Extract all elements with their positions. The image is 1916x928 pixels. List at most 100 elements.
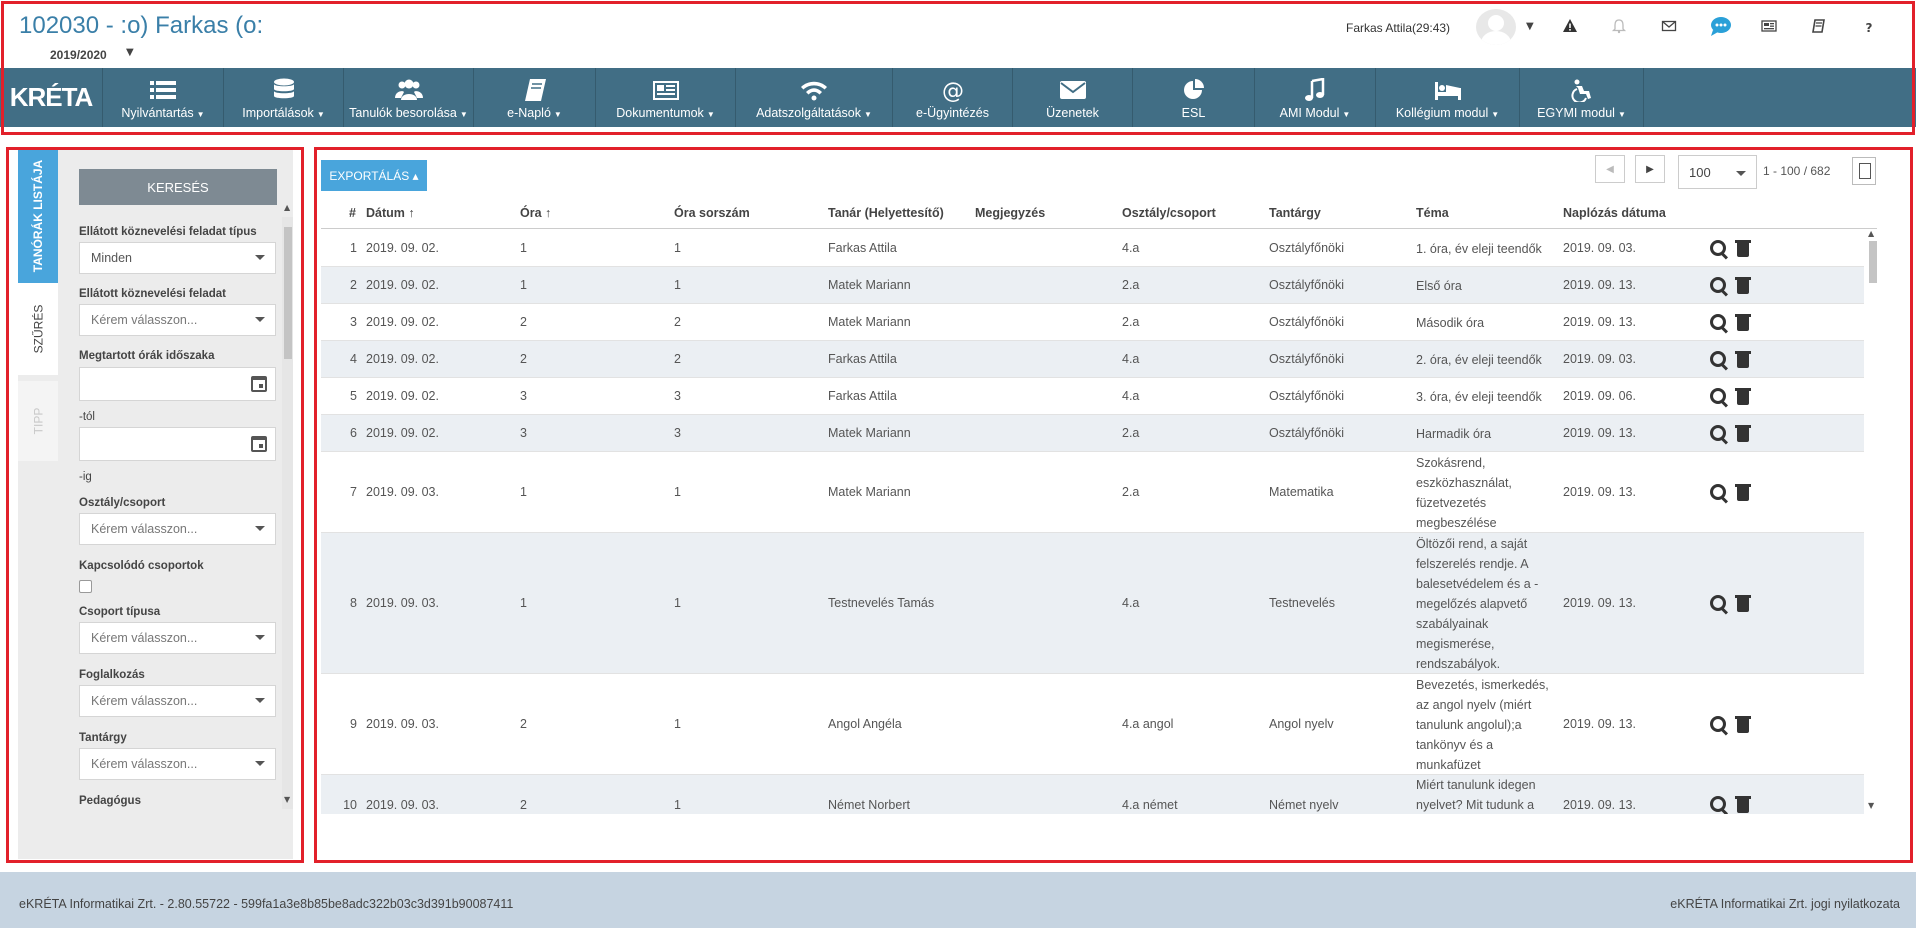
row-subject: Osztályfőnöki (1269, 278, 1345, 292)
table-row[interactable]: 5 2019. 09. 02. 3 3 Farkas Attila 4.a Osztályf… (321, 378, 1864, 415)
col-class[interactable]: Osztály/csoport (1122, 206, 1216, 220)
nav-item-ami-module[interactable]: AMI Modul ▼ (1255, 68, 1376, 127)
row-lesson: 2 (520, 797, 527, 812)
page-size-select[interactable]: 100 (1678, 155, 1757, 189)
class-select[interactable]: Kérem válasszon... (79, 513, 276, 545)
col-logged[interactable]: Naplózás dátuma (1563, 206, 1666, 220)
table-row[interactable]: 8 2019. 09. 03. 1 1 Testnevelés Tamás 4.a Test… (321, 533, 1864, 674)
related-groups-checkbox[interactable] (79, 580, 92, 593)
row-num: 10 (343, 797, 357, 812)
scroll-thumb[interactable] (1869, 241, 1877, 283)
nav-item-data-services[interactable]: Adatszolgáltatások ▼ (736, 68, 893, 127)
table-row[interactable]: 9 2019. 09. 03. 2 1 Angol Angéla 4.a angol Ang… (321, 674, 1864, 775)
news-icon[interactable] (1759, 18, 1779, 38)
nav-item-imports[interactable]: Importálások ▼ (224, 68, 344, 127)
nav-item-egymi-module[interactable]: EGYMI modul ▼ (1520, 68, 1644, 127)
delete-icon[interactable] (1734, 313, 1754, 333)
col-lesson[interactable]: Óra ↑ (520, 206, 551, 220)
date-to-input[interactable] (79, 427, 276, 461)
nav-item-documents[interactable]: Dokumentumok ▼ (596, 68, 736, 127)
chevron-down-icon[interactable]: ▼ (1526, 21, 1534, 32)
chevron-down-icon (255, 698, 265, 703)
avatar[interactable] (1476, 9, 1516, 45)
scroll-thumb[interactable] (284, 227, 292, 359)
mail-icon[interactable] (1659, 18, 1679, 38)
warning-icon[interactable] (1560, 18, 1580, 38)
scroll-down-icon[interactable]: ▼ (1868, 801, 1874, 810)
help-icon[interactable]: ? (1859, 18, 1879, 38)
date-from-input[interactable] (79, 367, 276, 401)
view-details-icon[interactable] (1709, 424, 1729, 444)
nav-item-messages[interactable]: Üzenetek (1013, 68, 1133, 127)
table-row[interactable]: 7 2019. 09. 03. 1 1 Matek Mariann 2.a Matemati… (321, 452, 1864, 533)
scroll-down-icon[interactable]: ▼ (284, 795, 290, 804)
scroll-up-icon[interactable]: ▲ (284, 203, 290, 212)
delete-icon[interactable] (1734, 594, 1754, 614)
group-type-select[interactable]: Kérem válasszon... (79, 622, 276, 654)
tab-tip[interactable]: TIPP (18, 381, 58, 461)
row-logged: 2019. 09. 13. (1563, 278, 1636, 292)
table-row[interactable]: 6 2019. 09. 02. 3 3 Matek Mariann 2.a Osztályf… (321, 415, 1864, 452)
view-details-icon[interactable] (1709, 313, 1729, 333)
view-details-icon[interactable] (1709, 276, 1729, 296)
nav-item-student-placement[interactable]: Tanulók besorolása ▼ (344, 68, 474, 127)
view-details-icon[interactable] (1709, 350, 1729, 370)
nav-item-registry[interactable]: Nyilvántartás ▼ (103, 68, 224, 127)
row-lesson-no: 1 (674, 797, 681, 812)
nav-item-e-naplo[interactable]: e-Napló ▼ (474, 68, 596, 127)
col-teacher[interactable]: Tanár (Helyettesítő) (828, 206, 944, 220)
table-row[interactable]: 3 2019. 09. 02. 2 2 Matek Mariann 2.a Osztályf… (321, 304, 1864, 341)
table-scrollbar[interactable]: ▲ ▼ (1866, 229, 1879, 814)
delete-icon[interactable] (1734, 239, 1754, 259)
row-lesson: 1 (520, 278, 527, 292)
subject-select[interactable]: Kérem válasszon... (79, 748, 276, 780)
book-icon[interactable] (1809, 18, 1829, 38)
task-select[interactable]: Kérem válasszon... (79, 304, 276, 336)
col-subject[interactable]: Tantárgy (1269, 206, 1321, 220)
delete-icon[interactable] (1734, 387, 1754, 407)
view-details-icon[interactable] (1709, 239, 1729, 259)
school-year-selector[interactable]: 2019/2020 (50, 48, 107, 62)
prev-page-button[interactable]: ◀ (1595, 155, 1625, 183)
view-details-icon[interactable] (1709, 795, 1729, 814)
occupation-select[interactable]: Kérem válasszon... (79, 685, 276, 717)
nav-item-dormitory-module[interactable]: Kollégium modul ▼ (1376, 68, 1520, 127)
table-row[interactable]: 10 2019. 09. 03. 2 1 Német Norbert 4.a német N… (321, 775, 1864, 814)
calendar-icon[interactable] (251, 436, 267, 452)
col-topic[interactable]: Téma (1416, 206, 1449, 220)
export-excel-icon[interactable] (1852, 157, 1876, 185)
scroll-up-icon[interactable]: ▲ (1868, 229, 1874, 238)
tab-lesson-list[interactable]: TANÓRÁK LISTÁJA (18, 149, 58, 283)
delete-icon[interactable] (1734, 276, 1754, 296)
view-details-icon[interactable] (1709, 715, 1729, 735)
delete-icon[interactable] (1734, 350, 1754, 370)
table-row[interactable]: 2 2019. 09. 02. 1 1 Matek Mariann 2.a Osztályf… (321, 267, 1864, 304)
col-date[interactable]: Dátum ↑ (366, 206, 415, 220)
nav-item-esl[interactable]: ESL (1133, 68, 1255, 127)
view-details-icon[interactable] (1709, 387, 1729, 407)
chevron-down-icon[interactable]: ▼ (126, 47, 134, 58)
table-row[interactable]: 4 2019. 09. 02. 2 2 Farkas Attila 4.a Osztályf… (321, 341, 1864, 378)
tab-filter[interactable]: SZŰRÉS (18, 283, 58, 375)
nav-item-e-administration[interactable]: @ e-Ügyintézés (893, 68, 1013, 127)
view-details-icon[interactable] (1709, 594, 1729, 614)
chat-icon[interactable] (1707, 15, 1733, 41)
table-row[interactable]: 1 2019. 09. 02. 1 1 Farkas Attila 4.a Osztályf… (321, 230, 1864, 267)
delete-icon[interactable] (1734, 715, 1754, 735)
kreta-logo[interactable]: KRÉTA (0, 68, 103, 127)
delete-icon[interactable] (1734, 795, 1754, 814)
col-num[interactable]: # (349, 206, 356, 220)
view-details-icon[interactable] (1709, 483, 1729, 503)
bell-icon[interactable] (1609, 18, 1629, 38)
filter-scrollbar[interactable]: ▲ ▼ (282, 203, 293, 809)
col-note[interactable]: Megjegyzés (975, 206, 1045, 220)
delete-icon[interactable] (1734, 483, 1754, 503)
legal-notice-link[interactable]: eKRÉTA Informatikai Zrt. jogi nyilatkoza… (1670, 897, 1900, 911)
search-button[interactable]: KERESÉS (79, 169, 277, 205)
export-button[interactable]: EXPORTÁLÁS ▴ (321, 160, 427, 191)
delete-icon[interactable] (1734, 424, 1754, 444)
calendar-icon[interactable] (251, 376, 267, 392)
col-lesson-no[interactable]: Óra sorszám (674, 206, 750, 220)
next-page-button[interactable]: ▶ (1635, 155, 1665, 183)
task-type-select[interactable]: Minden (79, 242, 276, 274)
